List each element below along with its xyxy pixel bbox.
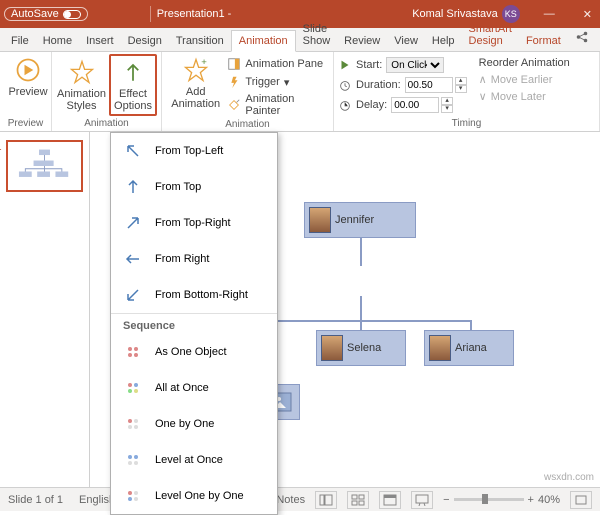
org-node-selena[interactable]: Selena <box>316 330 406 366</box>
move-later-button: ∨ Move Later <box>479 89 570 104</box>
close-icon[interactable]: ✕ <box>579 6 596 23</box>
add-animation-button[interactable]: + Add Animation <box>166 54 225 112</box>
tab-help[interactable]: Help <box>425 31 462 51</box>
reading-view-icon[interactable] <box>379 491 401 509</box>
save-icon[interactable] <box>94 12 102 16</box>
undo-icon[interactable] <box>108 12 116 16</box>
animation-styles-button[interactable]: Animation Styles <box>56 54 107 116</box>
start-select[interactable]: On Click <box>386 57 444 73</box>
org-node-jennifer[interactable]: Jennifer <box>304 202 416 238</box>
delay-input[interactable] <box>391 97 439 113</box>
dir-top[interactable]: From Top <box>111 169 277 205</box>
slideshow-icon[interactable] <box>136 12 144 16</box>
slide-thumbnails[interactable]: 1* <box>0 132 90 487</box>
duration-row: Duration: ▴▾ <box>338 76 467 94</box>
tab-smartart[interactable]: SmartArt Design <box>462 19 519 51</box>
tab-insert[interactable]: Insert <box>79 31 121 51</box>
delay-row: Delay: ▴▾ <box>338 96 467 114</box>
effect-options-dropdown: From Top-Left From Top From Top-Right Fr… <box>110 132 278 515</box>
svg-text:+: + <box>201 57 207 68</box>
duration-input[interactable] <box>405 77 453 93</box>
tab-slideshow[interactable]: Slide Show <box>296 19 338 51</box>
tab-format[interactable]: Format <box>519 31 568 51</box>
seq-level-at-once[interactable]: Level at Once <box>111 442 277 478</box>
zoom-level[interactable]: 40% <box>538 494 560 506</box>
slide-counter[interactable]: Slide 1 of 1 <box>8 494 63 506</box>
group-timing: Timing <box>338 117 595 131</box>
group-advanced-animation: Animation <box>166 118 329 132</box>
workspace: 1* Joe Jennifer lie Selena Ariana <box>0 132 600 487</box>
group-animation: Animation <box>56 117 157 131</box>
tab-design[interactable]: Design <box>121 31 169 51</box>
preview-button[interactable]: Preview <box>4 54 52 100</box>
share-icon[interactable] <box>568 26 596 51</box>
seq-one-object[interactable]: As One Object <box>111 334 277 370</box>
tab-home[interactable]: Home <box>36 31 79 51</box>
sequence-header: Sequence <box>111 313 277 334</box>
maximize-icon[interactable] <box>565 12 573 16</box>
photo-icon <box>309 207 331 233</box>
effect-options-button[interactable]: Effect Options <box>109 54 157 116</box>
start-row: Start: On Click <box>338 56 467 74</box>
dir-top-right[interactable]: From Top-Right <box>111 205 277 241</box>
org-node-ariana[interactable]: Ariana <box>424 330 514 366</box>
seq-one-by-one[interactable]: One by One <box>111 406 277 442</box>
reorder-label: Reorder Animation <box>479 56 570 70</box>
fit-to-window-icon[interactable] <box>570 491 592 509</box>
zoom-slider[interactable] <box>454 498 524 501</box>
duration-down[interactable]: ▾ <box>455 85 467 93</box>
tab-transitions[interactable]: Transition <box>169 31 231 51</box>
ribbon-options-icon[interactable] <box>526 12 534 16</box>
zoom-control[interactable]: − + 40% <box>443 494 560 506</box>
seq-all-at-once[interactable]: All at Once <box>111 370 277 406</box>
photo-icon <box>429 335 451 361</box>
move-earlier-button: ∧ Move Earlier <box>479 72 570 87</box>
dir-right[interactable]: From Right <box>111 241 277 277</box>
animation-painter-button[interactable]: Animation Painter <box>227 92 329 118</box>
doc-title: Presentation1 - <box>157 8 406 20</box>
trigger-button[interactable]: Trigger ▾ <box>227 74 329 90</box>
slideshow-view-icon[interactable] <box>411 491 433 509</box>
tab-animations[interactable]: Animation <box>231 30 296 52</box>
status-bar: Slide 1 of 1 English ≡ Notes − + 40% <box>0 487 600 511</box>
seq-level-one-by-one[interactable]: Level One by One <box>111 478 277 514</box>
tab-file[interactable]: File <box>4 31 36 51</box>
watermark: wsxdn.com <box>544 472 594 483</box>
photo-icon <box>321 335 343 361</box>
delay-up[interactable]: ▴ <box>441 97 453 105</box>
animation-pane-button[interactable]: Animation Pane <box>227 56 329 72</box>
ribbon-tabs: File Home Insert Design Transition Anima… <box>0 28 600 52</box>
sorter-view-icon[interactable] <box>347 491 369 509</box>
group-preview: Preview <box>4 117 47 131</box>
redo-icon[interactable] <box>122 12 130 16</box>
dir-bottom-right[interactable]: From Bottom-Right <box>111 277 277 313</box>
ribbon: Preview Preview Animation Styles Effect … <box>0 52 600 132</box>
comments-icon[interactable] <box>596 26 600 51</box>
tab-view[interactable]: View <box>387 31 425 51</box>
minimize-icon[interactable]: — <box>540 6 559 22</box>
duration-up[interactable]: ▴ <box>455 77 467 85</box>
dir-top-left[interactable]: From Top-Left <box>111 133 277 169</box>
delay-down[interactable]: ▾ <box>441 105 453 113</box>
tab-review[interactable]: Review <box>337 31 387 51</box>
zoom-in-icon[interactable]: + <box>528 494 534 506</box>
slide-thumb-1[interactable]: 1* <box>6 140 83 192</box>
autosave-toggle[interactable]: AutoSave <box>4 7 88 21</box>
zoom-out-icon[interactable]: − <box>443 494 449 506</box>
normal-view-icon[interactable] <box>315 491 337 509</box>
